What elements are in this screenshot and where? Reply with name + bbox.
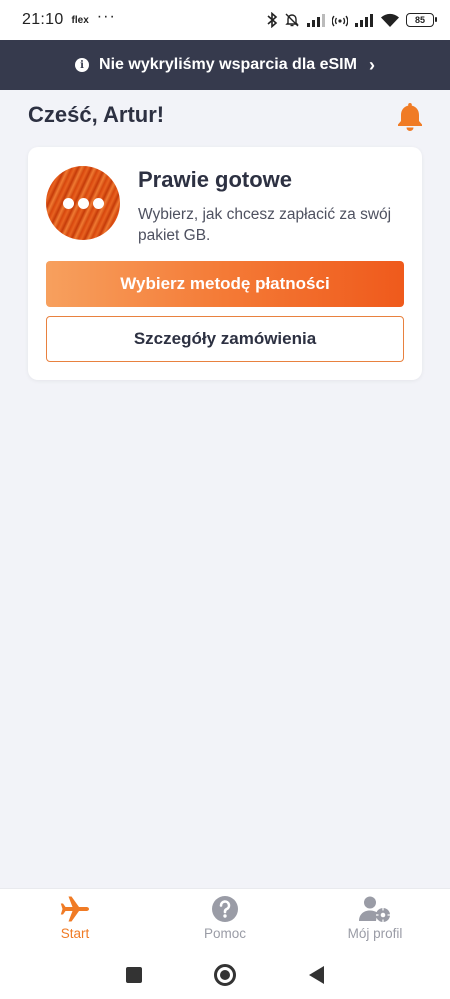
chevron-right-icon: › (368, 54, 375, 75)
help-icon (212, 896, 238, 922)
card-title: Prawie gotowe (138, 167, 293, 192)
dot-icon (77, 197, 89, 209)
status-time: 21:10 (22, 11, 64, 28)
mute-bell-icon (285, 13, 299, 27)
pending-status-icon (46, 166, 120, 240)
nav-item-profile[interactable]: Mój profil (300, 889, 450, 950)
nav-label-profile: Mój profil (347, 926, 403, 941)
status-icons: 85 (266, 12, 437, 28)
info-icon: i (75, 58, 90, 72)
signal-icon (307, 14, 325, 27)
bluetooth-icon (267, 12, 278, 28)
dot-icon (62, 197, 74, 209)
nav-item-start[interactable]: Start (0, 889, 150, 950)
nav-item-help[interactable]: Pomoc (150, 889, 300, 950)
order-details-button[interactable]: Szczegóły zamówienia (46, 316, 404, 362)
battery-icon: 85 (406, 13, 437, 27)
nav-label-start: Start (60, 926, 90, 941)
esim-banner[interactable]: i Nie wykryliśmy wsparcia dla eSIM › (0, 40, 450, 90)
signal-2-icon (355, 14, 373, 27)
user-settings-icon (359, 896, 390, 922)
status-left: 21:10 flex ··· (22, 8, 116, 29)
order-status-card: Prawie gotowe Wybierz, jak chcesz zapłac… (28, 147, 422, 380)
status-bar: 21:10 flex ··· 85 (0, 0, 450, 40)
home-icon[interactable] (214, 963, 237, 986)
status-carrier: flex (71, 14, 89, 26)
notification-bell-icon[interactable] (396, 101, 424, 131)
battery-level: 85 (414, 15, 425, 25)
hotspot-icon (332, 15, 348, 27)
choose-payment-method-button[interactable]: Wybierz metodę płatności (46, 261, 404, 307)
greeting-title: Cześć, Artur! (28, 102, 165, 127)
airplane-icon (60, 896, 89, 922)
wifi-icon (381, 13, 399, 27)
status-more-dots: ··· (96, 8, 116, 25)
system-nav-bar (0, 950, 450, 999)
dot-icon (92, 197, 104, 209)
back-icon[interactable] (308, 965, 324, 984)
bottom-nav: Start Pomoc Mój profil (0, 888, 450, 950)
nav-label-help: Pomoc (203, 926, 247, 941)
esim-banner-text: Nie wykryliśmy wsparcia dla eSIM (99, 56, 357, 73)
card-description: Wybierz, jak chcesz zapłacić za swój pak… (138, 206, 392, 244)
recent-apps-icon[interactable] (126, 966, 143, 983)
